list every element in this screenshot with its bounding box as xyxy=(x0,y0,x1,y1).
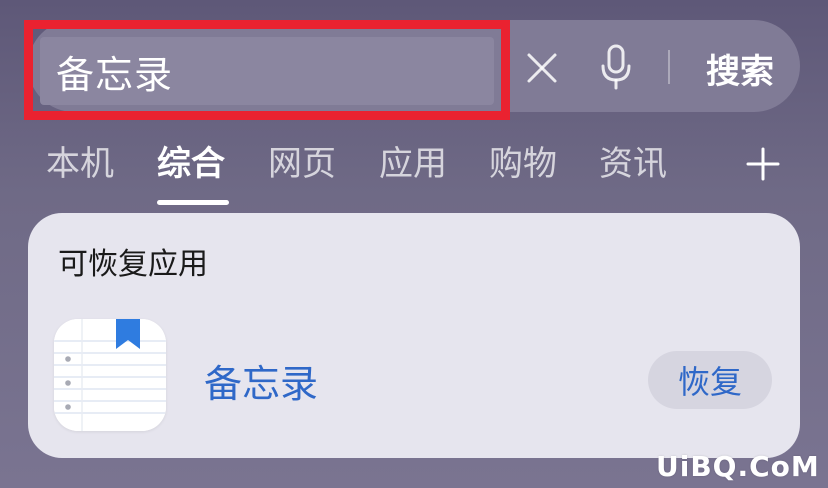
tab-overflow-fade xyxy=(700,138,730,190)
tab-news[interactable]: 资讯 xyxy=(599,138,667,190)
search-divider xyxy=(668,50,670,84)
notes-app-icon[interactable] xyxy=(54,319,166,431)
tab-shopping[interactable]: 购物 xyxy=(489,138,557,190)
card-title: 可恢复应用 xyxy=(58,247,208,282)
search-button[interactable]: 搜索 xyxy=(690,40,790,96)
tab-web[interactable]: 网页 xyxy=(268,138,336,190)
tab-apps[interactable]: 应用 xyxy=(379,138,447,190)
notes-icon-graphic xyxy=(54,319,166,431)
restore-button[interactable]: 恢复 xyxy=(648,351,772,409)
close-icon[interactable] xyxy=(520,46,564,90)
watermark: UiBQ.CoM xyxy=(656,450,820,483)
app-name[interactable]: 备忘录 xyxy=(204,353,318,408)
search-tabs: 本机 综合 网页 应用 购物 资讯 xyxy=(0,138,828,208)
plus-icon[interactable] xyxy=(745,146,781,182)
recoverable-apps-card: 可恢复应用 备忘录 恢复 xyxy=(28,213,800,458)
microphone-icon[interactable] xyxy=(596,42,636,92)
tab-all[interactable]: 综合 xyxy=(157,138,225,190)
active-tab-indicator xyxy=(157,200,229,205)
search-input[interactable]: 备忘录 xyxy=(40,37,494,105)
tab-local[interactable]: 本机 xyxy=(46,138,114,190)
